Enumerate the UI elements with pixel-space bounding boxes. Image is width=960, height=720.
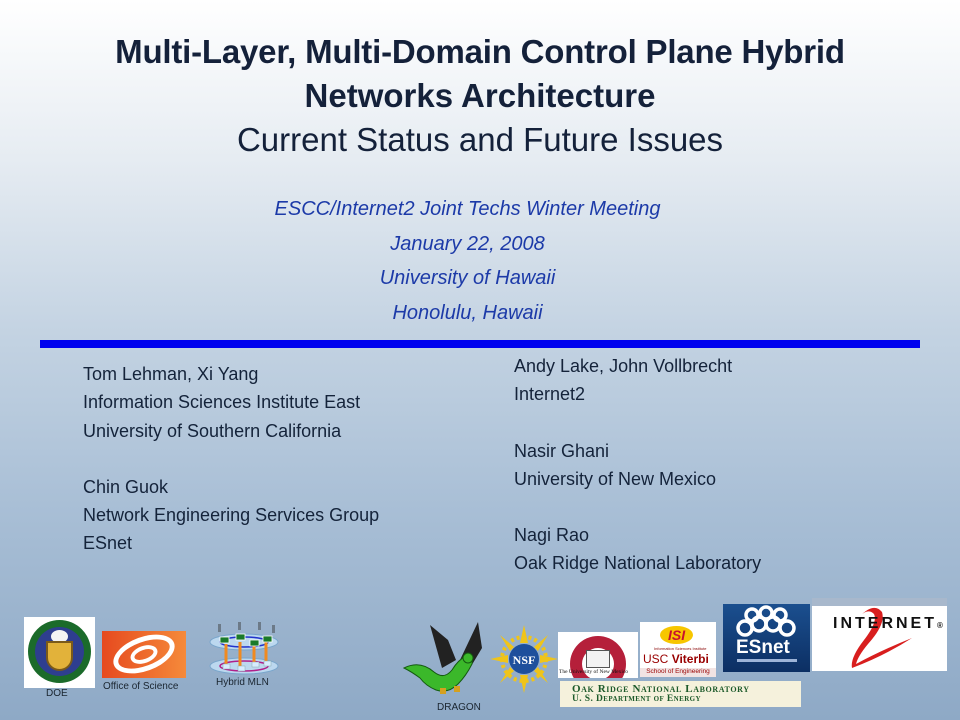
authors-left: Tom Lehman, Xi Yang Information Sciences… (83, 360, 379, 558)
chain-rings-icon (736, 605, 796, 637)
title-line-1: Multi-Layer, Multi-Domain Control Plane … (115, 33, 845, 70)
author-affiliation: University of New Mexico (514, 468, 717, 489)
shield-icon (46, 641, 73, 671)
author-names: Nagi Rao (514, 525, 590, 546)
author-affiliation: ESnet (83, 533, 133, 554)
esnet-logo: ESnet (723, 604, 810, 672)
author-affiliation: Information Sciences Institute East (83, 392, 361, 413)
author-affiliation: University of Southern California (83, 420, 342, 441)
ornl-logo: Oak Ridge National Laboratory U. S. Depa… (560, 681, 801, 707)
meeting-event: ESCC/Internet2 Joint Techs Winter Meetin… (274, 198, 661, 220)
author-names: Tom Lehman, Xi Yang (83, 364, 259, 384)
author-affiliation: Oak Ridge National Laboratory (514, 553, 762, 574)
building-icon (586, 650, 610, 668)
isi-subtitle: Information Sciences Institute (654, 646, 707, 651)
hybrid-mln-label: Hybrid MLN (216, 677, 269, 688)
nsf-text: NSF (513, 653, 536, 667)
author-names: Chin Guok (83, 476, 169, 497)
doe-label: DOE (46, 688, 68, 699)
esnet-text: ESnet (736, 637, 790, 658)
office-of-science-label: Office of Science (103, 681, 179, 692)
internet2-swoosh-icon (851, 607, 912, 668)
doe-logo (24, 617, 95, 688)
title-line-2: Networks Architecture (304, 77, 656, 114)
isi-usc-viterbi-logo: ISI Information Sciences Institute USC V… (640, 622, 716, 677)
usc-viterbi-text: USC Viterbi (643, 652, 709, 666)
meeting-venue: University of Hawaii (379, 267, 556, 289)
internet2-text: INTERNET (833, 615, 937, 632)
unm-logo: The University of New Mexico (558, 632, 638, 678)
authors-right: Andy Lake, John Vollbrecht Internet2 Nas… (514, 352, 761, 578)
divider-bar (40, 340, 920, 348)
unm-text: The University of New Mexico (559, 669, 629, 675)
author-affiliation: Internet2 (514, 384, 586, 405)
ornl-line2: U. S. Department of Energy (572, 694, 701, 704)
author-names: Nasir Ghani (514, 440, 610, 461)
dragon-icon (402, 622, 482, 694)
school-of-engineering-text: School of Engineering (640, 668, 716, 677)
hybrid-mln-diagram-icon (209, 622, 279, 675)
subtitle: Current Status and Future Issues (236, 121, 724, 158)
isi-mark: ISI (660, 626, 694, 644)
author-affiliation: Network Engineering Services Group (83, 505, 380, 526)
meeting-location: Honolulu, Hawaii (392, 302, 543, 324)
meeting-date: January 22, 2008 (390, 233, 545, 255)
author-names: Andy Lake, John Vollbrecht (514, 356, 733, 376)
internet2-logo: INTERNET® (812, 598, 947, 671)
dragon-label: DRAGON (437, 702, 481, 713)
office-of-science-logo (102, 631, 186, 678)
nsf-logo: NSF (490, 625, 558, 693)
